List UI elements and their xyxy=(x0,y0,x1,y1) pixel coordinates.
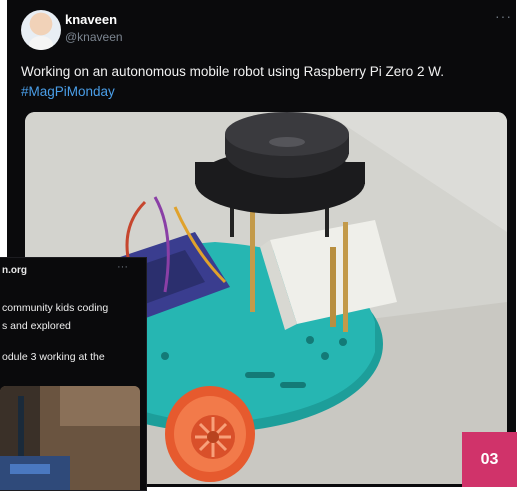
more-horizontal-icon[interactable]: ··· xyxy=(495,8,512,24)
user-handle[interactable]: @knaveen xyxy=(65,30,123,44)
more-horizontal-icon[interactable]: ··· xyxy=(117,261,128,273)
second-tweet-photo[interactable] xyxy=(0,386,140,490)
avatar[interactable] xyxy=(21,10,61,50)
second-user-handle[interactable]: n.org xyxy=(2,265,27,276)
hashtag-link[interactable]: #MagPiMonday xyxy=(21,82,506,102)
second-tweet-line: odule 3 working at the xyxy=(2,351,105,363)
page-number-badge: 03 xyxy=(462,432,517,487)
second-photo-illustration xyxy=(0,386,140,490)
tweet-body: Working on an autonomous mobile robot us… xyxy=(21,64,444,79)
display-name[interactable]: knaveen xyxy=(65,12,117,27)
second-tweet-line: community kids coding xyxy=(2,302,109,314)
tweet-text: Working on an autonomous mobile robot us… xyxy=(21,62,506,102)
second-tweet-line: s and explored xyxy=(2,320,71,332)
second-tweet-card: n.org ··· community kids coding s and ex… xyxy=(0,257,147,491)
